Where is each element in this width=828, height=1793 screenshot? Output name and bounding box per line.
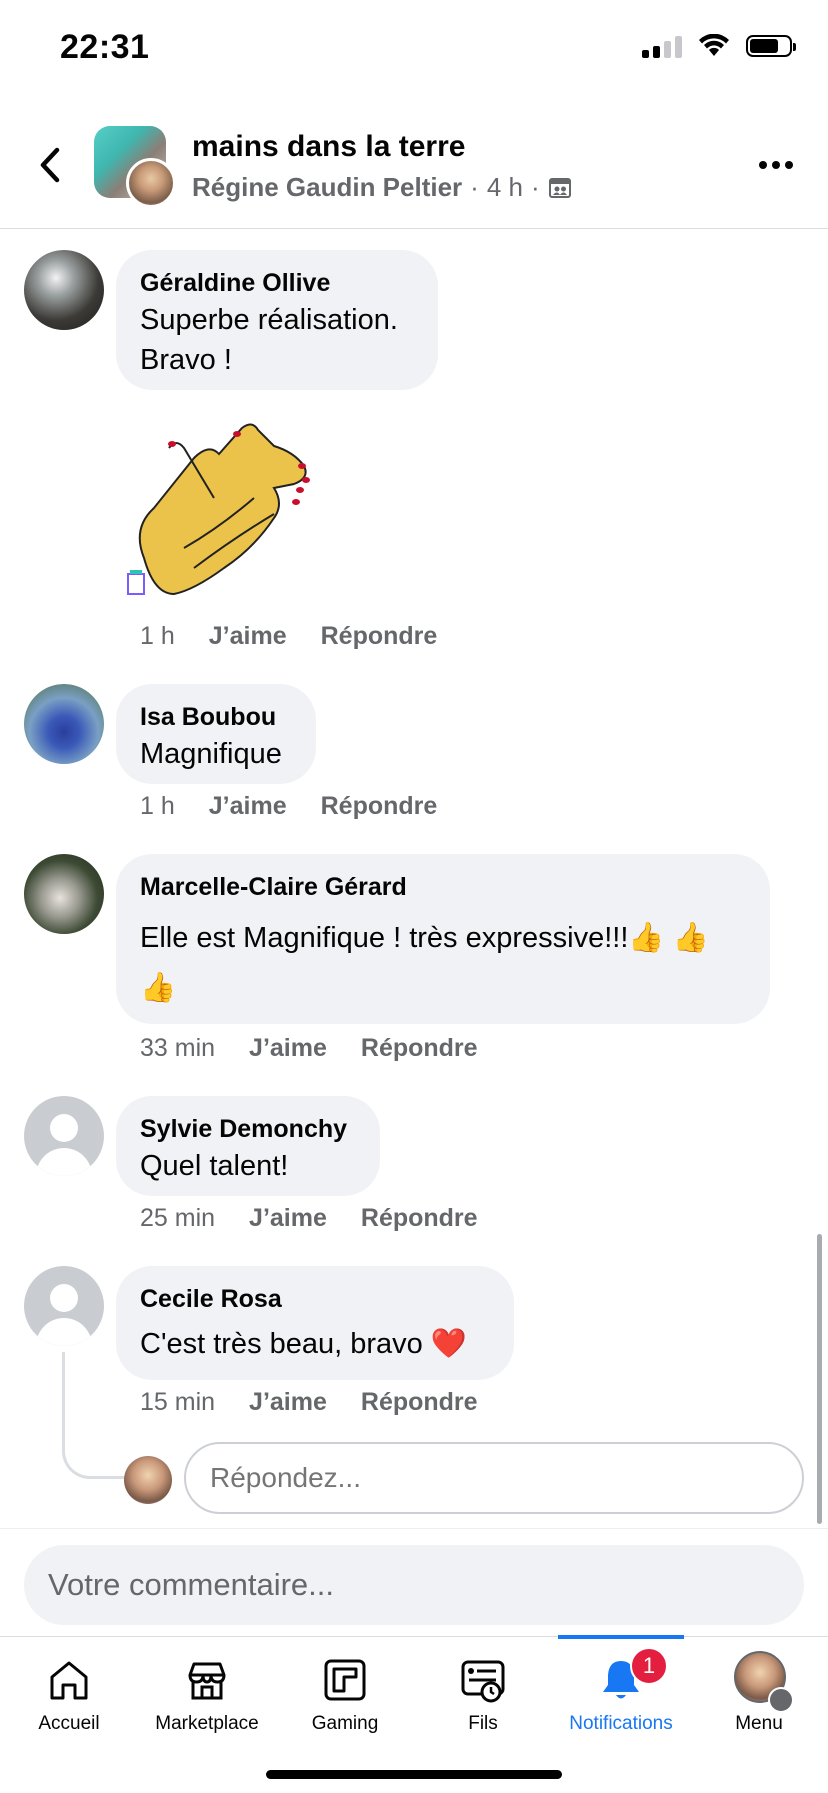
comment-text: Superbe réalisation. [140,304,398,336]
gaming-icon [324,1659,366,1701]
notification-badge: 1 [630,1647,668,1685]
clapping-hands-sticker[interactable] [124,418,324,598]
tab-label: Gaming [311,1713,379,1734]
post-age: 4 h [486,172,523,202]
group-name[interactable]: mains dans la terre [192,130,465,164]
tab-label: Fils [468,1713,498,1734]
post-header: mains dans la terre Régine Gaudin Peltie… [0,110,828,229]
comment-bubble[interactable]: Sylvie Demonchy Quel talent! [116,1096,380,1196]
comment-bubble[interactable]: Marcelle-Claire Gérard Elle est Magnifiq… [116,854,770,1024]
tab-feeds[interactable]: Fils [414,1637,552,1757]
reply-button[interactable]: Répondre [361,1388,478,1417]
wifi-icon [699,34,729,56]
author-avatar [126,158,176,208]
comment-composer: Votre commentaire... [0,1528,828,1637]
avatar[interactable] [24,1266,104,1346]
reply-button[interactable]: Répondre [321,622,438,651]
comment-text: Bravo ! [140,344,232,376]
comment-text: 👍 [140,972,177,1004]
reply-thread-line [62,1352,125,1479]
comment-time: 15 min [140,1388,216,1416]
back-button[interactable] [30,140,70,190]
like-button[interactable]: J’aime [249,1388,327,1417]
comment-text: Elle est Magnifique ! très expressive!!!… [140,922,709,954]
status-bar: 22:31 [0,0,828,100]
tab-gaming[interactable]: Gaming [276,1637,414,1757]
comment-text: Quel talent! [140,1150,289,1182]
like-button[interactable]: J’aime [209,792,287,821]
comment-actions: 33 min J’aime Répondre [140,1034,478,1063]
tab-label: Notifications [569,1713,673,1734]
comment-actions: 15 min J’aime Répondre [140,1388,478,1417]
comment-time: 1 h [140,622,175,650]
separator: · [470,172,479,202]
tab-label: Marketplace [155,1713,259,1734]
battery-icon [746,35,796,57]
comment-text: Magnifique [140,738,282,770]
tab-label: Menu [735,1713,783,1734]
comment-bubble[interactable]: Géraldine Ollive Superbe réalisation. Br… [116,250,438,390]
like-button[interactable]: J’aime [249,1204,327,1233]
avatar[interactable] [24,854,104,934]
home-indicator [266,1770,562,1779]
tab-menu[interactable]: Menu [690,1637,828,1757]
cellular-signal-icon [642,34,682,58]
commenter-name[interactable]: Géraldine Ollive [140,266,414,300]
marketplace-icon [188,1662,226,1700]
avatar[interactable] [24,250,104,330]
menu-lines-icon [768,1687,794,1713]
author-name[interactable]: Régine Gaudin Peltier [192,172,462,203]
comment-actions: 1 h J’aime Répondre [140,622,437,651]
chevron-left-icon [40,147,60,183]
avatar[interactable] [24,1096,104,1176]
comment-bubble[interactable]: Isa Boubou Magnifique [116,684,316,784]
commenter-name[interactable]: Cecile Rosa [140,1282,490,1316]
group-members-icon [548,177,571,198]
tab-notifications[interactable]: 1 Notifications [552,1637,690,1757]
scrollbar[interactable] [817,1234,822,1524]
commenter-name[interactable]: Isa Boubou [140,700,292,734]
comment-actions: 1 h J’aime Répondre [140,792,437,821]
tab-marketplace[interactable]: Marketplace [138,1637,276,1757]
more-options-button[interactable] [756,150,796,180]
home-icon [50,1661,88,1700]
group-avatar[interactable] [94,126,178,210]
tab-home[interactable]: Accueil [0,1637,138,1757]
comment-input[interactable]: Votre commentaire... [24,1545,804,1625]
reply-button[interactable]: Répondre [361,1034,478,1063]
comment-time: 25 min [140,1204,216,1232]
avatar[interactable] [24,684,104,764]
separator: · [531,172,540,202]
like-button[interactable]: J’aime [249,1034,327,1063]
tab-label: Accueil [38,1713,100,1734]
comment-text: C'est très beau, bravo ❤️ [140,1328,467,1360]
commenter-name[interactable]: Sylvie Demonchy [140,1112,356,1146]
status-time: 22:31 [60,28,150,66]
post-meta: Régine Gaudin Peltier · 4 h · [192,172,572,203]
comment-time: 1 h [140,792,175,820]
like-button[interactable]: J’aime [209,622,287,651]
feeds-icon [461,1660,505,1703]
current-user-avatar [124,1456,172,1504]
reply-button[interactable]: Répondre [361,1204,478,1233]
reply-input[interactable] [184,1442,804,1514]
comment-actions: 25 min J’aime Répondre [140,1204,478,1233]
status-icons [642,34,796,58]
comment-bubble[interactable]: Cecile Rosa C'est très beau, bravo ❤️ [116,1266,514,1380]
reply-button[interactable]: Répondre [321,792,438,821]
commenter-name[interactable]: Marcelle-Claire Gérard [140,870,746,904]
comment-time: 33 min [140,1034,216,1062]
